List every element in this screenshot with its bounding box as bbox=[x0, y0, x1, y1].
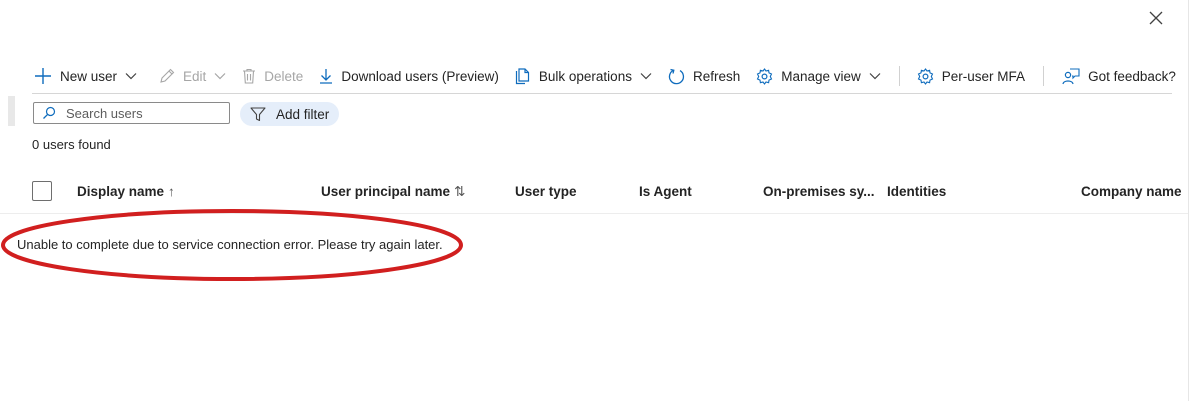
sort-icon: ⇅ bbox=[454, 184, 466, 199]
trash-icon bbox=[242, 68, 256, 84]
bulk-operations-label: Bulk operations bbox=[538, 68, 632, 84]
left-resize-handle bbox=[8, 96, 15, 126]
panel-right-border bbox=[1188, 0, 1189, 401]
result-count: 0 users found bbox=[32, 137, 111, 152]
feedback-person-icon bbox=[1062, 67, 1080, 85]
add-filter-button[interactable]: Add filter bbox=[240, 102, 340, 126]
command-bar: New user Edit Delete Download users (Pre… bbox=[34, 62, 1176, 90]
close-button[interactable] bbox=[1146, 8, 1166, 28]
per-user-mfa-button[interactable]: Per-user MFA bbox=[917, 62, 1025, 90]
gear-icon bbox=[917, 67, 934, 85]
select-all-checkbox[interactable] bbox=[32, 181, 52, 201]
got-feedback-button[interactable]: Got feedback? bbox=[1062, 62, 1176, 90]
column-header-display-name[interactable]: Display name ↑ bbox=[77, 184, 175, 199]
toolbar-separator bbox=[1043, 66, 1045, 86]
refresh-label: Refresh bbox=[692, 68, 741, 84]
refresh-button[interactable]: Refresh bbox=[668, 62, 740, 90]
chevron-down-icon bbox=[214, 72, 226, 80]
edit-button[interactable]: Edit bbox=[159, 62, 226, 90]
plus-icon bbox=[34, 67, 52, 85]
search-box[interactable] bbox=[33, 102, 230, 124]
download-users-button[interactable]: Download users (Preview) bbox=[319, 62, 499, 90]
add-filter-label: Add filter bbox=[276, 106, 330, 122]
new-user-label: New user bbox=[60, 68, 118, 84]
manage-view-button[interactable]: Manage view bbox=[756, 62, 881, 90]
toolbar-divider bbox=[32, 93, 1172, 94]
column-label: Identities bbox=[887, 184, 947, 199]
column-header-user-principal-name[interactable]: User principal name ⇅ bbox=[321, 184, 465, 200]
column-label: Company name bbox=[1081, 184, 1182, 199]
download-icon bbox=[319, 68, 333, 84]
column-header-identities[interactable]: Identities bbox=[887, 184, 946, 199]
column-label: Display name bbox=[77, 184, 165, 199]
annotation-ellipse bbox=[1, 209, 463, 281]
column-header-user-type[interactable]: User type bbox=[515, 184, 577, 199]
chevron-down-icon bbox=[125, 72, 137, 80]
manage-view-label: Manage view bbox=[781, 68, 861, 84]
document-copy-icon bbox=[515, 67, 531, 85]
gear-icon bbox=[756, 67, 773, 85]
refresh-icon bbox=[668, 68, 685, 85]
delete-label: Delete bbox=[264, 68, 304, 84]
column-header-company-name[interactable]: Company name bbox=[1081, 184, 1182, 199]
edit-label: Edit bbox=[183, 68, 207, 84]
new-user-button[interactable]: New user bbox=[34, 62, 137, 90]
search-icon bbox=[42, 106, 56, 120]
delete-button[interactable]: Delete bbox=[242, 62, 303, 90]
chevron-down-icon bbox=[869, 72, 881, 80]
close-icon bbox=[1149, 11, 1163, 25]
per-user-mfa-label: Per-user MFA bbox=[941, 68, 1026, 84]
chevron-down-icon bbox=[640, 72, 652, 80]
toolbar-separator bbox=[898, 66, 900, 86]
column-label: On-premises sy... bbox=[763, 184, 875, 199]
sort-ascending-icon: ↑ bbox=[168, 184, 175, 199]
bulk-operations-button[interactable]: Bulk operations bbox=[515, 62, 652, 90]
search-input[interactable] bbox=[66, 105, 216, 121]
column-label: User type bbox=[515, 184, 577, 199]
column-label: Is Agent bbox=[639, 184, 692, 199]
column-header-is-agent[interactable]: Is Agent bbox=[639, 184, 692, 199]
pencil-icon bbox=[159, 68, 175, 84]
download-users-label: Download users (Preview) bbox=[341, 68, 499, 84]
column-header-on-premises-sync[interactable]: On-premises sy... bbox=[763, 184, 875, 199]
filter-icon bbox=[250, 106, 266, 122]
column-label: User principal name bbox=[321, 184, 451, 199]
got-feedback-label: Got feedback? bbox=[1088, 68, 1176, 84]
